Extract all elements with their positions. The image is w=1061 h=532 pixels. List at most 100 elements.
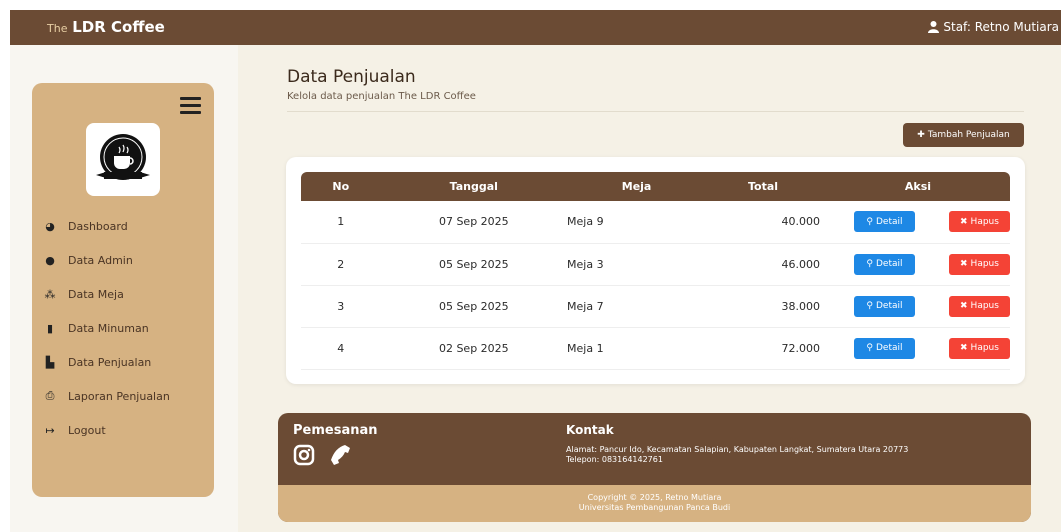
footer-pemesanan-heading: Pemesanan (293, 423, 378, 438)
sidebar-item-laporan-penjualan[interactable]: ⎙ Laporan Penjualan (32, 379, 214, 413)
brand-name: LDR Coffee (72, 18, 165, 36)
delete-button[interactable]: ✖ Hapus (948, 253, 1010, 275)
delete-button[interactable]: ✖ Hapus (948, 337, 1010, 359)
delete-button[interactable]: ✖ Hapus (948, 295, 1010, 317)
cell-aksi: ⚲ Detail ✖ Hapus (825, 285, 1010, 328)
sidebar-item-dashboard[interactable]: ◕ Dashboard (32, 209, 214, 243)
detail-label: Detail (876, 301, 903, 311)
footer-social-icons (293, 444, 351, 466)
sidebar-item-data-admin[interactable]: ● Data Admin (32, 243, 214, 277)
sign-out-icon: ↦ (45, 423, 55, 437)
top-navbar: The LDR Coffee Staf: Retno Mutiara (10, 10, 1061, 45)
divider (287, 111, 1024, 112)
user-icon (928, 21, 940, 33)
sidebar-item-data-minuman[interactable]: ▮ Data Minuman (32, 311, 214, 345)
sidebar-item-label: Logout (68, 423, 106, 437)
delete-button[interactable]: ✖ Hapus (948, 211, 1010, 233)
cell-tanggal: 02 Sep 2025 (380, 327, 568, 370)
sidebar-item-logout[interactable]: ↦ Logout (32, 413, 214, 447)
tachometer-icon: ◕ (45, 219, 55, 233)
cell-aksi: ⚲ Detail ✖ Hapus (825, 243, 1010, 286)
cell-tanggal: 05 Sep 2025 (380, 285, 568, 328)
sidebar-item-data-meja[interactable]: ⁂ Data Meja (32, 277, 214, 311)
sidebar-item-label: Data Penjualan (68, 355, 152, 369)
delete-label: Hapus (970, 216, 999, 227)
cell-aksi: ⚲ Detail ✖ Hapus (825, 201, 1010, 244)
sidebar-item-label: Data Minuman (68, 321, 149, 335)
delete-label: Hapus (970, 301, 999, 311)
user-icon: ● (45, 253, 55, 267)
search-icon: ⚲ (866, 343, 873, 353)
sales-table-card: No Tanggal Meja Total Aksi 1 07 Sep 2025… (286, 157, 1025, 384)
hamburger-menu-icon[interactable] (180, 97, 201, 114)
sidebar: ◕ Dashboard ● Data Admin ⁂ Data Meja ▮ D… (32, 83, 214, 497)
sales-table: No Tanggal Meja Total Aksi 1 07 Sep 2025… (301, 172, 1010, 370)
university-text: Universitas Pembangunan Panca Budi (578, 503, 731, 512)
add-sale-button[interactable]: ✚ Tambah Penjualan (903, 123, 1024, 147)
detail-label: Detail (876, 343, 903, 353)
sidebar-item-label: Dashboard (68, 219, 128, 233)
cell-no: 4 (301, 327, 381, 370)
cell-total: 46.000 (706, 243, 826, 286)
table-header-row: No Tanggal Meja Total Aksi (301, 172, 1010, 201)
sidebar-item-label: Laporan Penjualan (68, 389, 170, 403)
cell-meja: Meja 1 (567, 327, 707, 370)
sidebar-item-label: Data Meja (68, 287, 124, 301)
cell-total: 38.000 (706, 285, 826, 328)
column-header-aksi: Aksi (825, 172, 1010, 201)
footer-phone: Telepon: 083164142761 (566, 455, 663, 464)
cell-meja: Meja 9 (567, 201, 707, 244)
table-row: 1 07 Sep 2025 Meja 9 40.000 ⚲ Detail ✖ Hap… (301, 201, 1010, 244)
cell-tanggal: 07 Sep 2025 (380, 201, 568, 244)
brand-prefix: The (47, 22, 68, 35)
instagram-icon[interactable] (293, 444, 315, 466)
detail-button[interactable]: ⚲ Detail (853, 295, 915, 317)
column-header-total: Total (706, 172, 826, 201)
table-row: 4 02 Sep 2025 Meja 1 72.000 ⚲ Detail ✖ Hap… (301, 327, 1010, 370)
table-row: 3 05 Sep 2025 Meja 7 38.000 ⚲ Detail ✖ Hap… (301, 285, 1010, 328)
staff-name: Staf: Retno Mutiara (943, 20, 1059, 34)
cup-icon: ▮ (46, 321, 54, 335)
search-icon: ⚲ (866, 301, 873, 311)
cell-meja: Meja 7 (567, 285, 707, 328)
sidebar-nav: ◕ Dashboard ● Data Admin ⁂ Data Meja ▮ D… (32, 209, 214, 447)
cell-tanggal: 05 Sep 2025 (380, 243, 568, 286)
column-header-meja: Meja (567, 172, 707, 201)
footer-contact-info: Alamat: Pancur Ido, Kecamatan Salapian, … (566, 445, 908, 465)
add-sale-label: Tambah Penjualan (927, 130, 1010, 140)
close-icon: ✖ (960, 343, 968, 353)
cell-total: 72.000 (706, 327, 826, 370)
detail-button[interactable]: ⚲ Detail (853, 211, 915, 233)
detail-button[interactable]: ⚲ Detail (853, 337, 915, 359)
cell-meja: Meja 3 (567, 243, 707, 286)
page-title: Data Penjualan (287, 67, 416, 87)
cell-aksi: ⚲ Detail ✖ Hapus (825, 327, 1010, 370)
sidebar-item-label: Data Admin (68, 253, 133, 267)
cash-register-icon: ▙ (45, 355, 55, 369)
ldr-coffee-logo-icon (96, 134, 150, 180)
close-icon: ✖ (960, 259, 968, 269)
detail-label: Detail (876, 216, 903, 227)
cafe-logo (86, 123, 160, 196)
column-header-tanggal: Tanggal (380, 172, 568, 201)
staff-info[interactable]: Staf: Retno Mutiara (928, 20, 1059, 34)
search-icon: ⚲ (866, 259, 873, 269)
table-row: 2 05 Sep 2025 Meja 3 46.000 ⚲ Detail ✖ Hap… (301, 243, 1010, 286)
cell-no: 2 (301, 243, 381, 286)
users-icon: ⁂ (44, 287, 56, 301)
column-header-no: No (301, 172, 381, 201)
copyright-text: Copyright © 2025, Retno Mutiara (587, 493, 722, 502)
footer-copyright-bar: Copyright © 2025, Retno Mutiara Universi… (278, 485, 1031, 522)
phone-icon[interactable] (329, 444, 351, 466)
brand-logo-text[interactable]: The LDR Coffee (47, 18, 165, 36)
footer-kontak-heading: Kontak (566, 423, 614, 437)
sidebar-item-data-penjualan[interactable]: ▙ Data Penjualan (32, 345, 214, 379)
footer: Pemesanan Kontak Alamat: Pancur Ido, Kec… (278, 413, 1031, 522)
delete-label: Hapus (970, 343, 999, 353)
cell-no: 1 (301, 201, 381, 244)
close-icon: ✖ (960, 301, 968, 311)
detail-button[interactable]: ⚲ Detail (853, 253, 915, 275)
plus-icon: ✚ (917, 130, 925, 140)
detail-label: Detail (876, 259, 903, 269)
cell-no: 3 (301, 285, 381, 328)
